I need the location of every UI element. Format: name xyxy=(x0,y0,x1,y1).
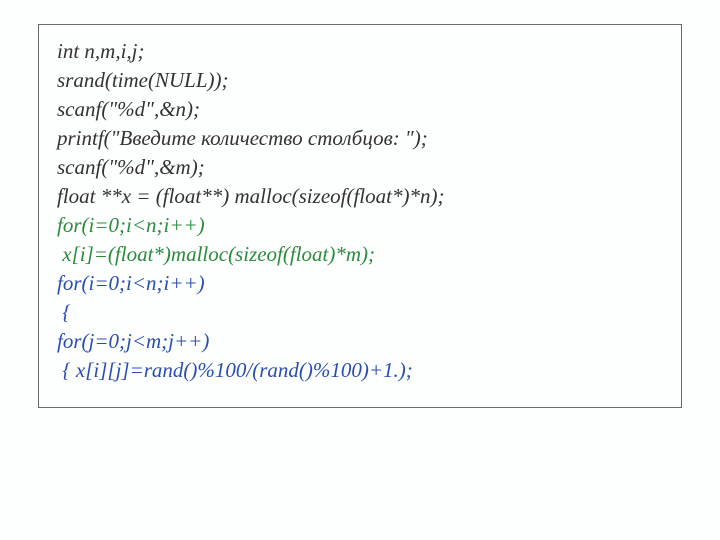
code-line: printf("Введите количество столбцов: "); xyxy=(57,124,663,153)
code-line: { xyxy=(57,298,663,327)
code-line: int n,m,i,j; xyxy=(57,37,663,66)
code-line: for(j=0;j<m;j++) xyxy=(57,327,663,356)
code-line: srand(time(NULL)); xyxy=(57,66,663,95)
code-line: for(i=0;i<n;i++) xyxy=(57,269,663,298)
code-line: scanf("%d",&n); xyxy=(57,95,663,124)
code-snippet-box: int n,m,i,j; srand(time(NULL)); scanf("%… xyxy=(38,24,682,408)
code-line: float **x = (float**) malloc(sizeof(floa… xyxy=(57,182,663,211)
code-line: { x[i][j]=rand()%100/(rand()%100)+1.); xyxy=(57,356,663,385)
code-line: for(i=0;i<n;i++) xyxy=(57,211,663,240)
code-line: scanf("%d",&m); xyxy=(57,153,663,182)
code-line: x[i]=(float*)malloc(sizeof(float)*m); xyxy=(57,240,663,269)
